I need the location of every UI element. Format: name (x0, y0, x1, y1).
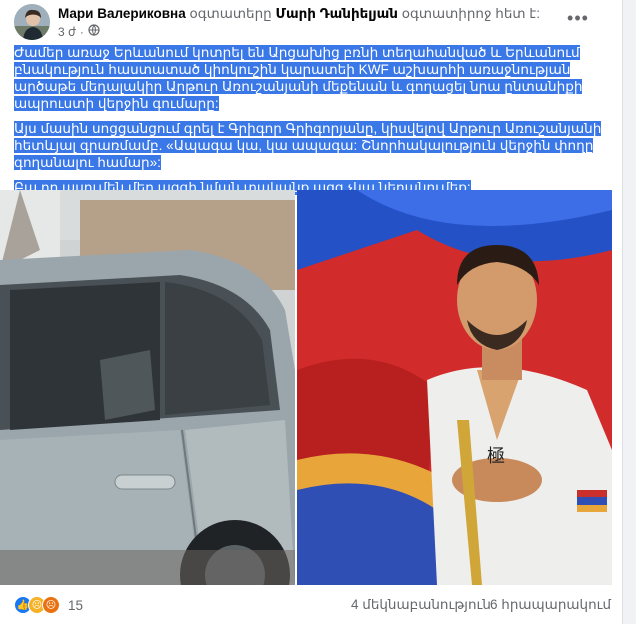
author-avatar[interactable] (14, 4, 50, 40)
photo-grid: 極 (0, 190, 612, 585)
post-card: Мари Валериковна օգտատերը Մարի Դանիելյան… (0, 0, 623, 624)
car-photo[interactable] (0, 190, 295, 585)
post-text: Ժամեր առաջ Երևանում կոտրել են Արցախից բռ… (14, 44, 614, 204)
post-time[interactable]: 3 ժ (58, 25, 76, 39)
reactions-summary[interactable]: 👍 ☹ ☹ 15 (14, 596, 83, 614)
shares-count[interactable]: 6 հրապարակում (490, 597, 611, 613)
ellipsis-icon: ••• (567, 7, 589, 28)
svg-text:極: 極 (487, 446, 505, 467)
globe-icon[interactable] (88, 24, 100, 39)
tagged-name[interactable]: Մարի Դանիելյան (275, 6, 398, 21)
angry-icon: ☹ (42, 596, 60, 614)
reaction-icons: 👍 ☹ ☹ (14, 596, 60, 614)
post-header-line: Мари Валериковна օգտատերը Մարի Դանիելյան… (58, 6, 540, 22)
post-paragraph: Ժամեր առաջ Երևանում կոտրել են Արցախից բռ… (14, 45, 583, 111)
meta-separator: · (79, 24, 84, 39)
action-prefix: օգտատերը (185, 6, 276, 21)
reaction-count[interactable]: 15 (68, 598, 83, 613)
page-background-strip (623, 0, 636, 624)
athlete-photo[interactable]: 極 (297, 190, 612, 585)
action-suffix: օգտատիրոջ հետ է: (397, 6, 540, 21)
author-name[interactable]: Мари Валериковна (58, 6, 186, 21)
more-options-button[interactable]: ••• (560, 4, 596, 32)
comments-count[interactable]: 4 մեկնաբանություն (351, 597, 491, 613)
post-meta: 3 ժ · (58, 24, 100, 39)
post-paragraph: Այս մասին սոցցանցում գրել է Գրիգոր Գրիգո… (14, 121, 602, 170)
